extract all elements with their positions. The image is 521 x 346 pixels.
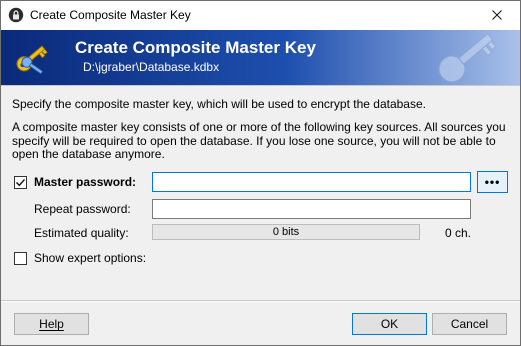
cancel-button-label: Cancel (450, 317, 489, 331)
banner-separator (1, 85, 520, 86)
intro-text: Specify the composite master key, which … (12, 97, 426, 111)
toggle-password-visibility-button[interactable]: ••• (477, 171, 508, 193)
quality-label: Estimated quality: (34, 226, 129, 240)
quality-chars: 0 ch. (445, 226, 472, 240)
dialog-window: Create Composite Master Key Create Compo… (0, 0, 521, 346)
window-title: Create Composite Master Key (30, 8, 191, 22)
repeat-password-label: Repeat password: (34, 202, 131, 216)
ok-button-label: OK (380, 317, 399, 331)
master-password-label: Master password: (34, 175, 137, 189)
lock-icon (8, 7, 24, 23)
expert-options-label: Show expert options: (34, 251, 147, 265)
close-icon (492, 9, 502, 23)
quality-bits: 0 bits (272, 226, 300, 238)
master-password-input[interactable] (152, 172, 471, 192)
expert-options-checkbox[interactable] (14, 252, 27, 265)
master-password-checkbox[interactable] (14, 176, 27, 189)
footer-separator-highlight (1, 301, 520, 302)
keys-icon (11, 38, 51, 78)
help-button-label: Help (39, 317, 64, 331)
description-text: A composite master key consists of one o… (12, 120, 506, 161)
ok-button[interactable]: OK (352, 313, 427, 335)
header-banner: Create Composite Master Key D:\jgraber\D… (1, 30, 520, 85)
database-path: D:\jgraber\Database.kdbx (83, 60, 220, 74)
title-bar: Create Composite Master Key (1, 1, 520, 30)
cancel-button[interactable]: Cancel (432, 313, 507, 335)
help-button[interactable]: Help (14, 313, 89, 335)
banner-title: Create Composite Master Key (75, 38, 316, 57)
quality-bar: 0 bits (152, 224, 420, 240)
keys-watermark-icon (420, 30, 510, 85)
checkmark-icon (16, 179, 26, 187)
close-button[interactable] (474, 1, 520, 30)
repeat-password-input[interactable] (152, 199, 471, 219)
